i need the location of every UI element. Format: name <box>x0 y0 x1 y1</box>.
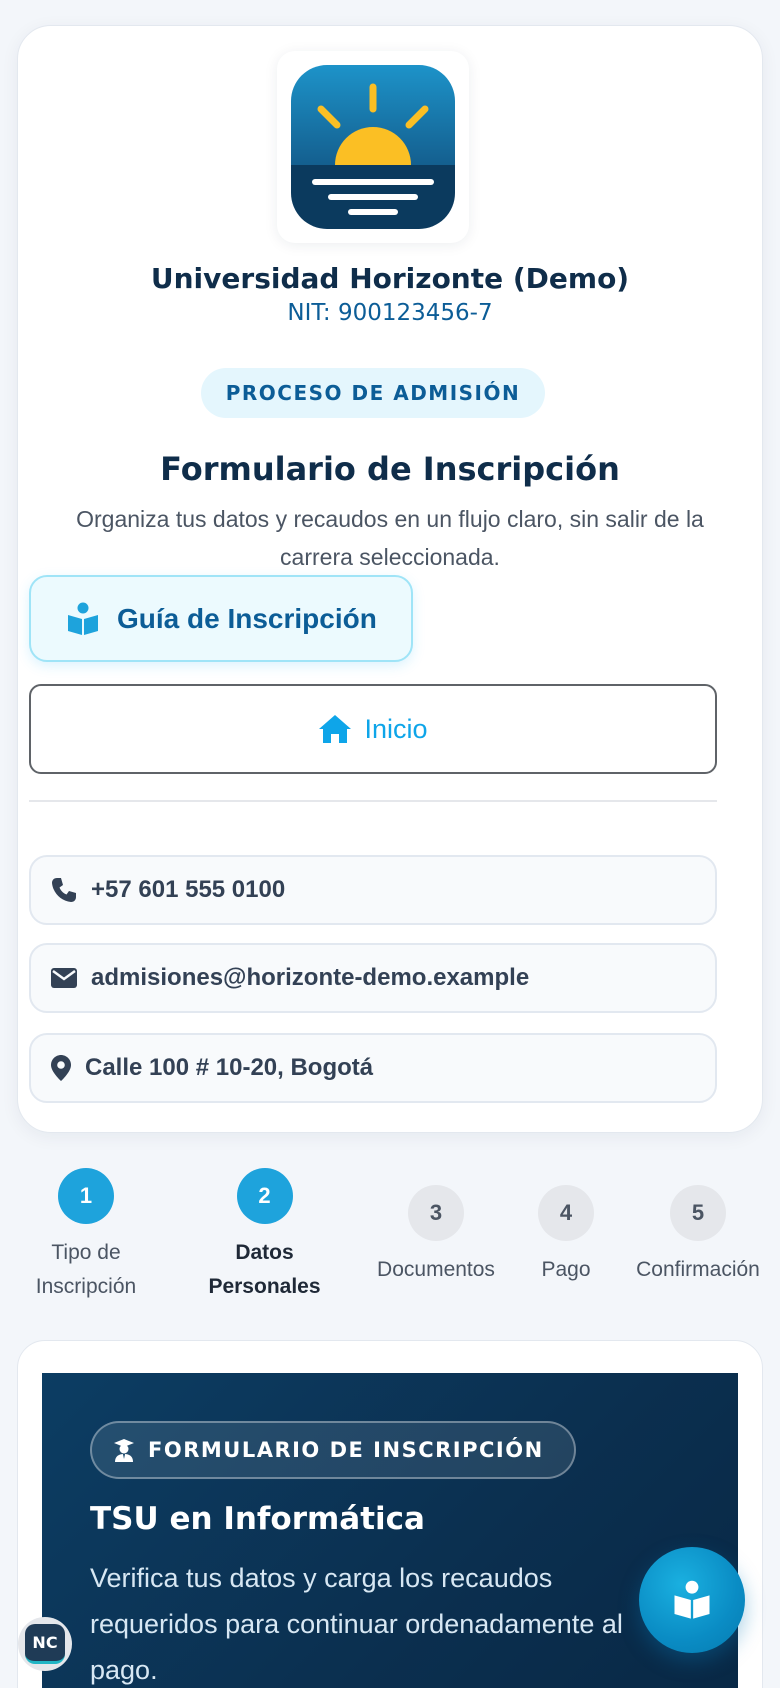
registration-stepper: 1 Tipo de Inscripción 2 Datos Personales… <box>0 1160 780 1310</box>
step-3-number: 3 <box>408 1185 464 1241</box>
university-logo <box>277 51 469 243</box>
university-nit: NIT: 900123456-7 <box>287 300 493 326</box>
step-1[interactable]: 1 Tipo de Inscripción <box>26 1168 146 1304</box>
contact-address-text: Calle 100 # 10-20, Bogotá <box>85 1054 374 1081</box>
university-name: Universidad Horizonte (Demo) <box>150 262 630 295</box>
step-1-label: Tipo de Inscripción <box>35 1241 137 1298</box>
graduate-icon <box>112 1438 136 1462</box>
step-4[interactable]: 4 Pago <box>516 1185 616 1287</box>
map-pin-icon <box>51 1055 71 1081</box>
step-5[interactable]: 5 Confirmación <box>628 1185 768 1287</box>
step-1-number: 1 <box>58 1168 114 1224</box>
divider <box>29 800 717 802</box>
step-2[interactable]: 2 Datos Personales <box>192 1168 337 1304</box>
step-3[interactable]: 3 Documentos <box>366 1185 506 1287</box>
form-badge-label: FORMULARIO DE INSCRIPCIÓN <box>148 1438 544 1462</box>
process-badge: PROCESO DE ADMISIÓN <box>201 368 545 418</box>
page-description: Organiza tus datos y recaudos en un fluj… <box>76 506 704 570</box>
envelope-icon <box>51 968 77 988</box>
book-reader-icon <box>65 601 101 637</box>
contact-email[interactable]: admisiones@horizonte-demo.example <box>29 943 717 1013</box>
sunrise-logo-icon <box>291 65 455 229</box>
form-badge: FORMULARIO DE INSCRIPCIÓN <box>90 1421 576 1479</box>
home-icon <box>318 714 352 744</box>
step-2-number: 2 <box>236 1168 293 1224</box>
program-title: TSU en Informática <box>90 1501 425 1537</box>
book-reader-icon <box>671 1579 713 1621</box>
contact-email-text: admisiones@horizonte-demo.example <box>91 964 530 991</box>
step-5-label: Confirmación <box>636 1258 760 1281</box>
step-3-label: Documentos <box>377 1258 495 1281</box>
guide-fab-button[interactable] <box>639 1547 745 1653</box>
corner-app-badge-text: NC <box>25 1624 65 1664</box>
step-2-label: Datos Personales <box>208 1241 321 1298</box>
contact-phone[interactable]: +57 601 555 0100 <box>29 855 717 925</box>
corner-app-badge[interactable]: NC <box>18 1617 72 1671</box>
home-button[interactable]: Inicio <box>29 684 717 774</box>
registration-guide-label: Guía de Inscripción <box>117 602 377 634</box>
contact-phone-text: +57 601 555 0100 <box>91 876 286 903</box>
program-hero: FORMULARIO DE INSCRIPCIÓN TSU en Informá… <box>42 1373 738 1688</box>
program-description: Verifica tus datos y carga los recaudos … <box>90 1563 623 1685</box>
phone-icon <box>51 877 77 903</box>
page-title: Formulario de Inscripción <box>160 450 620 488</box>
step-5-number: 5 <box>670 1185 726 1241</box>
registration-guide-button[interactable]: Guía de Inscripción <box>29 575 413 662</box>
contact-address[interactable]: Calle 100 # 10-20, Bogotá <box>29 1033 717 1103</box>
step-4-label: Pago <box>541 1258 591 1281</box>
step-4-number: 4 <box>538 1185 594 1241</box>
home-button-label: Inicio <box>364 713 428 744</box>
